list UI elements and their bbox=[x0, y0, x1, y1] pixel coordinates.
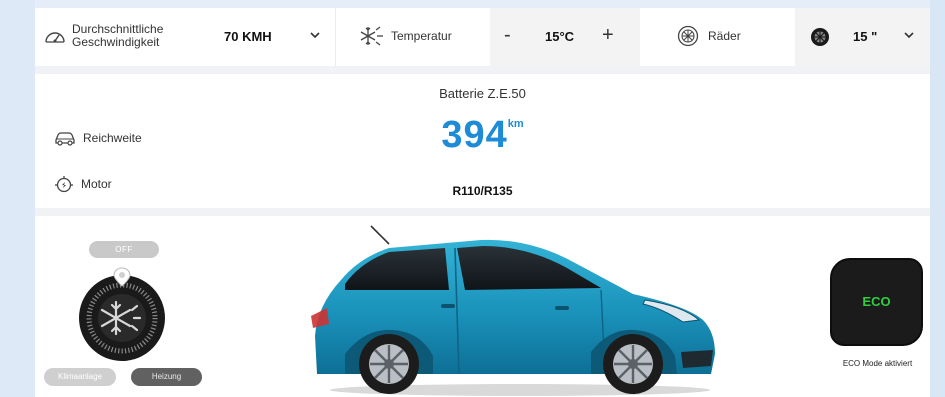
motor-value: R110/R135 bbox=[452, 184, 513, 198]
temperature-label: Temperatur bbox=[391, 29, 452, 43]
eco-button-label: ECO bbox=[862, 294, 891, 309]
control-bar: Durchschnittliche Geschwindigkeit 70 KMH bbox=[35, 8, 930, 66]
wheels-label-area: Räder bbox=[640, 8, 795, 66]
range-unit: km bbox=[507, 118, 524, 130]
wheel-rim-icon bbox=[811, 28, 829, 46]
speedometer-icon bbox=[45, 32, 65, 43]
temperature-label-area: Temperatur bbox=[335, 8, 490, 66]
info-panel: Batterie Z.E.50 Reichweite 394km Motor R… bbox=[35, 74, 930, 208]
temperature-plus-button[interactable]: + bbox=[602, 25, 614, 45]
top-strip bbox=[35, 0, 930, 8]
left-margin bbox=[0, 0, 35, 397]
simulation-area: OFF Klimaanlage Heizung ECO ECO Mode akt… bbox=[35, 216, 930, 397]
snowflake-sun-icon bbox=[360, 26, 383, 46]
temperature-minus-button[interactable]: - bbox=[504, 25, 511, 45]
wheels-chevron-down-icon[interactable] bbox=[902, 28, 916, 42]
wheels-label: Räder bbox=[708, 29, 741, 43]
speed-label: Durchschnittliche Geschwindigkeit bbox=[72, 23, 163, 49]
eco-mode-button[interactable]: ECO bbox=[830, 258, 923, 346]
range-display: 394km bbox=[35, 114, 930, 157]
eco-mode-caption: ECO Mode aktiviert bbox=[842, 359, 913, 368]
climate-off-button[interactable]: OFF bbox=[89, 241, 159, 258]
wheels-value: 15 " bbox=[853, 29, 878, 44]
climate-mode-heat-button[interactable]: Heizung bbox=[131, 368, 202, 386]
battery-title: Batterie Z.E.50 bbox=[439, 86, 526, 101]
wheel-icon bbox=[677, 25, 699, 47]
speed-control[interactable]: Durchschnittliche Geschwindigkeit 70 KMH bbox=[35, 8, 280, 66]
temperature-value: 15°C bbox=[545, 29, 575, 44]
climate-mode-ac-button[interactable]: Klimaanlage bbox=[44, 368, 116, 386]
speed-value: 70 KMH bbox=[224, 29, 272, 44]
separator bbox=[35, 208, 930, 216]
app-frame: Durchschnittliche Geschwindigkeit 70 KMH bbox=[0, 0, 945, 397]
range-value: 394 bbox=[441, 114, 508, 156]
speed-label-line2: Geschwindigkeit bbox=[72, 35, 160, 49]
right-margin bbox=[930, 0, 945, 397]
speed-chevron-down-icon[interactable] bbox=[308, 28, 322, 42]
car-image bbox=[311, 225, 715, 396]
separator bbox=[35, 66, 930, 74]
climate-dial[interactable] bbox=[76, 266, 168, 364]
